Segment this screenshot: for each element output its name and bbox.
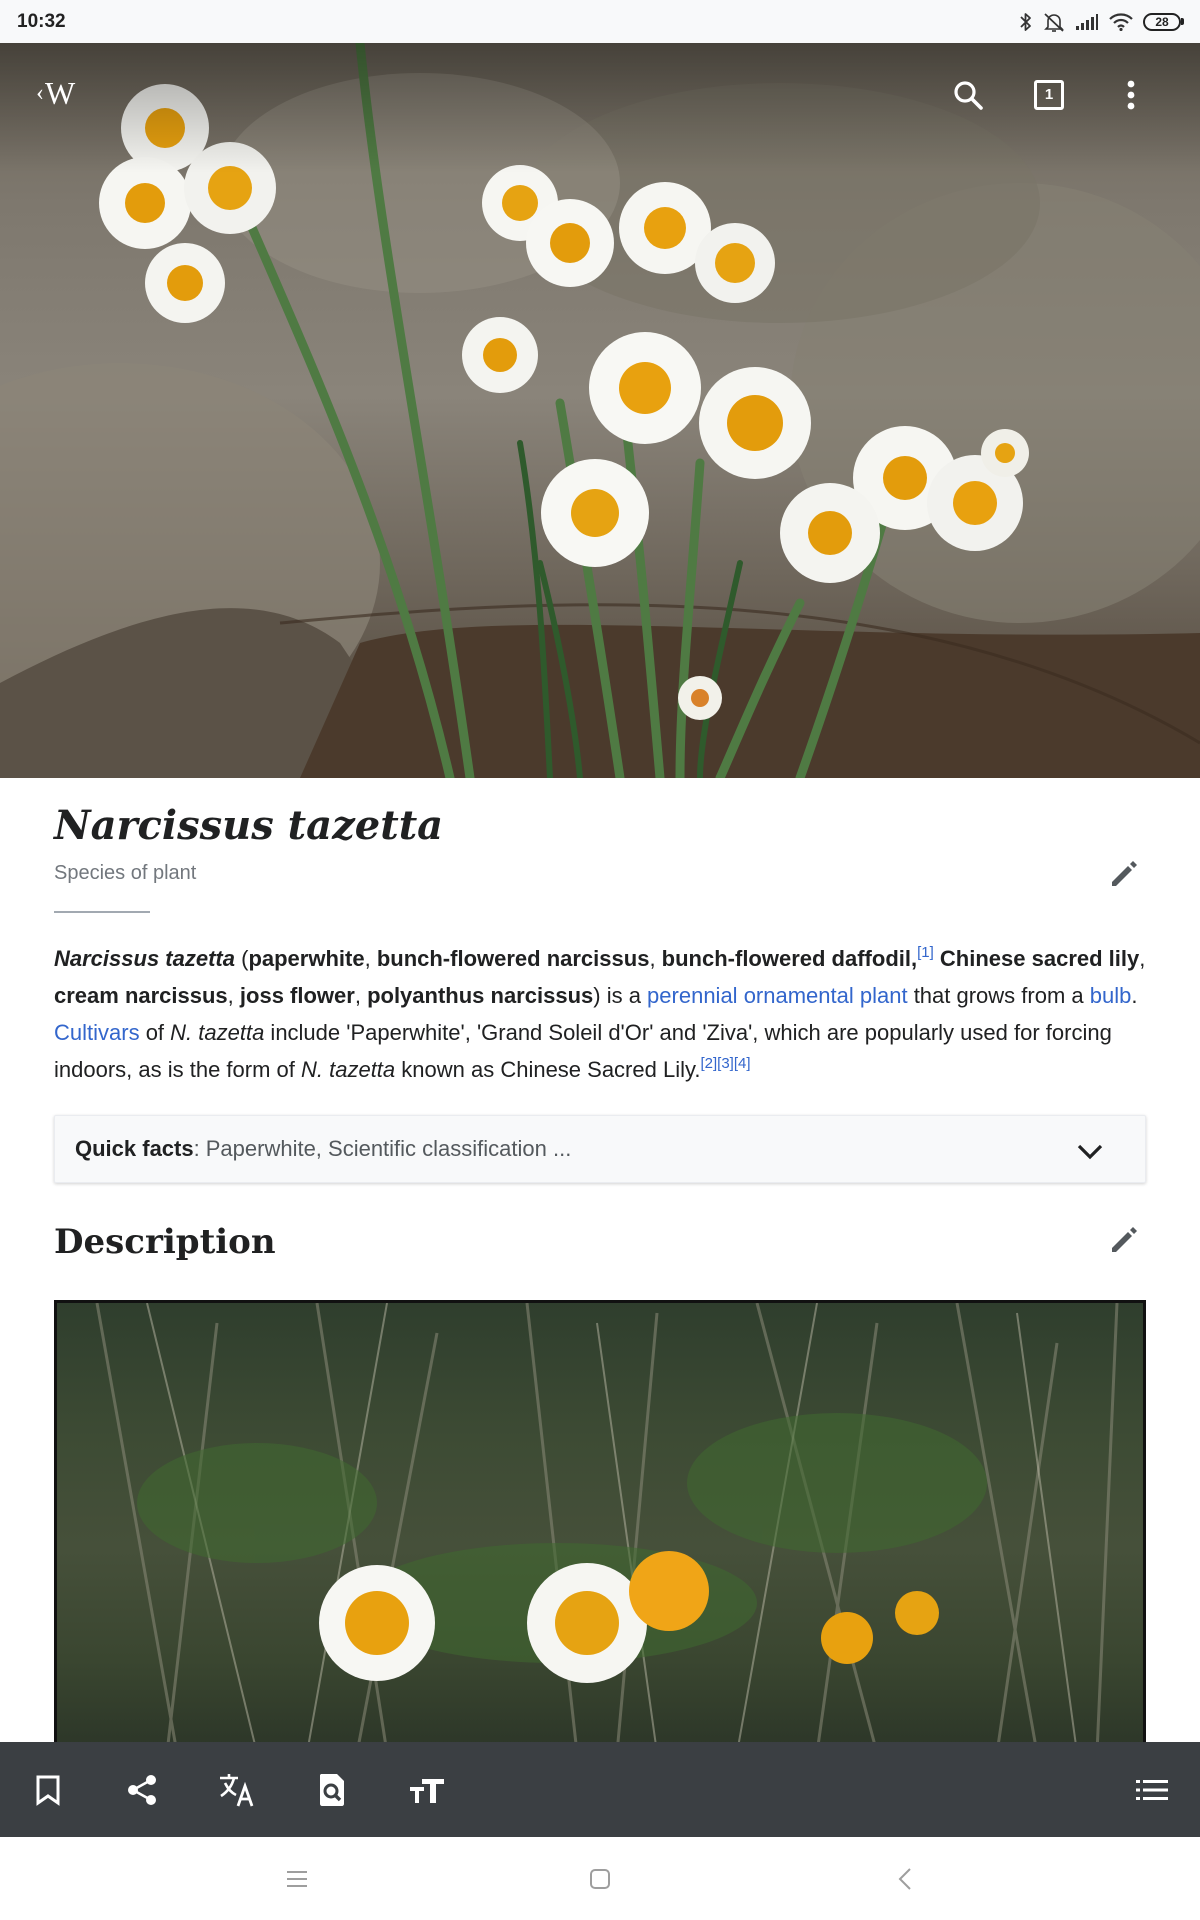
status-time: 10:32 xyxy=(17,10,66,32)
table-of-contents-icon xyxy=(1136,1780,1168,1800)
find-in-page-button[interactable] xyxy=(306,1764,358,1816)
search-icon xyxy=(954,81,983,110)
text-size-icon xyxy=(410,1779,444,1803)
save-button[interactable] xyxy=(22,1764,74,1816)
home-icon xyxy=(590,1869,610,1889)
reference-link[interactable]: [2] xyxy=(700,1055,717,1072)
reference-link[interactable]: [4] xyxy=(734,1055,751,1072)
status-bar: 10:32 28 xyxy=(0,0,1200,43)
home-button[interactable] xyxy=(578,1857,622,1901)
translate-icon xyxy=(220,1774,254,1807)
back-button[interactable] xyxy=(883,1857,927,1901)
battery-icon: 28 xyxy=(1143,12,1184,31)
pencil-icon xyxy=(1112,1227,1137,1252)
page-description: Species of plant xyxy=(54,862,197,884)
search-button[interactable] xyxy=(948,75,988,115)
link-perennial[interactable]: perennial xyxy=(647,983,738,1008)
chevron-down-icon xyxy=(1077,1144,1103,1160)
lead-paragraph: Narcissus tazetta (paperwhite, bunch-flo… xyxy=(54,944,1146,1082)
quick-facts-label: Quick facts xyxy=(75,1136,194,1161)
lead-subject: Narcissus tazetta xyxy=(54,946,235,971)
edit-section-button[interactable] xyxy=(1102,1218,1146,1262)
wifi-icon xyxy=(1109,12,1133,31)
section-heading-description: Description xyxy=(54,1222,276,1262)
tabs-button[interactable]: 1 xyxy=(1029,75,1069,115)
page-action-toolbar xyxy=(0,1742,1200,1837)
edit-description-button[interactable] xyxy=(1102,852,1146,896)
lead-image-photo xyxy=(0,43,1200,778)
link-cultivars[interactable]: Cultivars xyxy=(54,1020,140,1045)
find-in-page-icon xyxy=(320,1774,344,1806)
bookmark-icon xyxy=(36,1775,60,1806)
lead-image[interactable]: ‹ W 1 xyxy=(0,43,1200,778)
link-ornamental-plant[interactable]: ornamental plant xyxy=(744,983,908,1008)
title-divider xyxy=(54,911,150,913)
back-chevron-icon: ‹ xyxy=(36,79,44,106)
link-bulb[interactable]: bulb xyxy=(1090,983,1132,1008)
text-size-button[interactable] xyxy=(401,1764,453,1816)
description-image-photo xyxy=(95,1303,1119,1750)
signal-icon xyxy=(1076,13,1098,30)
wikipedia-logo: W xyxy=(45,74,76,111)
system-navigation-bar xyxy=(0,1837,1200,1920)
tabs-icon: 1 xyxy=(1034,80,1064,110)
bluetooth-icon xyxy=(1020,12,1031,31)
page-title: Narcissus tazetta xyxy=(54,802,444,849)
reference-link[interactable]: [3] xyxy=(717,1055,734,1072)
recent-apps-button[interactable] xyxy=(275,1857,319,1901)
mute-icon xyxy=(1044,12,1064,32)
recent-apps-icon xyxy=(287,1871,307,1887)
contents-button[interactable] xyxy=(1126,1764,1178,1816)
quick-facts-collapsible[interactable]: Quick facts: Paperwhite, Scientific clas… xyxy=(54,1115,1146,1183)
reference-link[interactable]: [1] xyxy=(917,944,934,961)
share-icon xyxy=(128,1775,156,1805)
quick-facts-summary: Paperwhite, Scientific classification ..… xyxy=(205,1136,572,1161)
battery-level: 28 xyxy=(1143,12,1181,31)
top-app-bar: ‹ W 1 xyxy=(0,43,1200,153)
more-vert-icon xyxy=(1127,80,1135,110)
language-button[interactable] xyxy=(211,1764,263,1816)
description-image[interactable] xyxy=(54,1300,1146,1750)
wikipedia-home-button[interactable]: ‹ W xyxy=(36,73,88,113)
overflow-menu-button[interactable] xyxy=(1111,75,1151,115)
pencil-icon xyxy=(1112,861,1137,886)
status-icons: 28 xyxy=(1019,12,1184,32)
share-button[interactable] xyxy=(116,1764,168,1816)
back-icon xyxy=(898,1868,911,1890)
